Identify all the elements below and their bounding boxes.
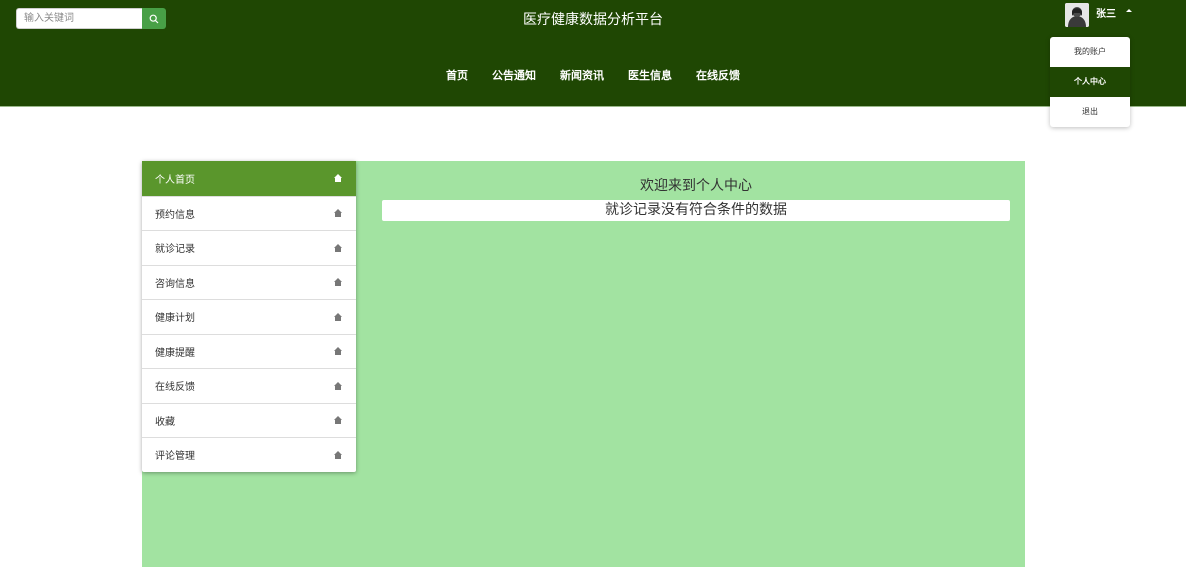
- nav-home[interactable]: 首页: [446, 67, 468, 83]
- sidebar-item-visit-records[interactable]: 就诊记录: [142, 230, 356, 265]
- home-icon: [334, 381, 342, 390]
- avatar: [1065, 3, 1089, 27]
- sidebar-item-health-plan[interactable]: 健康计划: [142, 299, 356, 334]
- menu-personal-center[interactable]: 个人中心: [1050, 67, 1130, 97]
- user-dropdown: 我的账户 个人中心 退出: [1050, 37, 1130, 127]
- menu-logout[interactable]: 退出: [1050, 97, 1130, 127]
- home-icon: [334, 312, 342, 321]
- nav-doctors[interactable]: 医生信息: [628, 67, 672, 83]
- sidebar-item-personal-home[interactable]: 个人首页: [142, 161, 356, 196]
- nav-notices[interactable]: 公告通知: [492, 67, 536, 83]
- sidebar-item-consultations[interactable]: 咨询信息: [142, 264, 356, 300]
- home-icon: [334, 450, 342, 459]
- home-icon: [334, 347, 342, 356]
- sidebar-item-comments[interactable]: 评论管理: [142, 437, 356, 472]
- sidebar-item-favorites[interactable]: 收藏: [142, 402, 356, 438]
- welcome-heading: 欢迎来到个人中心: [640, 178, 752, 194]
- nav-news[interactable]: 新闻资讯: [560, 67, 604, 83]
- home-icon: [334, 209, 342, 218]
- sidebar-item-label: 咨询信息: [155, 278, 195, 290]
- sidebar-item-health-reminders[interactable]: 健康提醒: [142, 333, 356, 369]
- menu-my-account[interactable]: 我的账户: [1050, 37, 1130, 67]
- home-icon: [334, 278, 342, 287]
- sidebar: 个人首页 预约信息 就诊记录 咨询信息 健康计划 健康提醒 在线反馈 收藏 评论…: [142, 161, 356, 472]
- user-menu-toggle[interactable]: 张三: [1065, 3, 1132, 27]
- sidebar-item-label: 预约信息: [155, 209, 195, 221]
- home-icon: [334, 174, 342, 183]
- sidebar-item-label: 就诊记录: [155, 244, 195, 256]
- sidebar-item-label: 在线反馈: [155, 382, 195, 394]
- sidebar-item-feedback[interactable]: 在线反馈: [142, 368, 356, 403]
- username: 张三: [1096, 9, 1116, 20]
- sidebar-item-label: 个人首页: [155, 174, 195, 186]
- nav-feedback[interactable]: 在线反馈: [696, 67, 740, 83]
- top-header: 医疗健康数据分析平台 首页 公告通知 新闻资讯 医生信息 在线反馈 张三: [0, 0, 1186, 107]
- main-nav: 首页 公告通知 新闻资讯 医生信息 在线反馈: [0, 67, 1186, 83]
- home-icon: [334, 416, 342, 425]
- sidebar-item-appointments[interactable]: 预约信息: [142, 195, 356, 231]
- records-empty-message: 就诊记录没有符合条件的数据: [382, 200, 1010, 221]
- caret-up-icon: [1126, 9, 1132, 12]
- sidebar-item-label: 收藏: [155, 416, 175, 428]
- sidebar-item-label: 评论管理: [155, 451, 195, 463]
- sidebar-item-label: 健康计划: [155, 313, 195, 325]
- sidebar-item-label: 健康提醒: [155, 347, 195, 359]
- home-icon: [334, 243, 342, 252]
- site-title: 医疗健康数据分析平台: [523, 12, 663, 28]
